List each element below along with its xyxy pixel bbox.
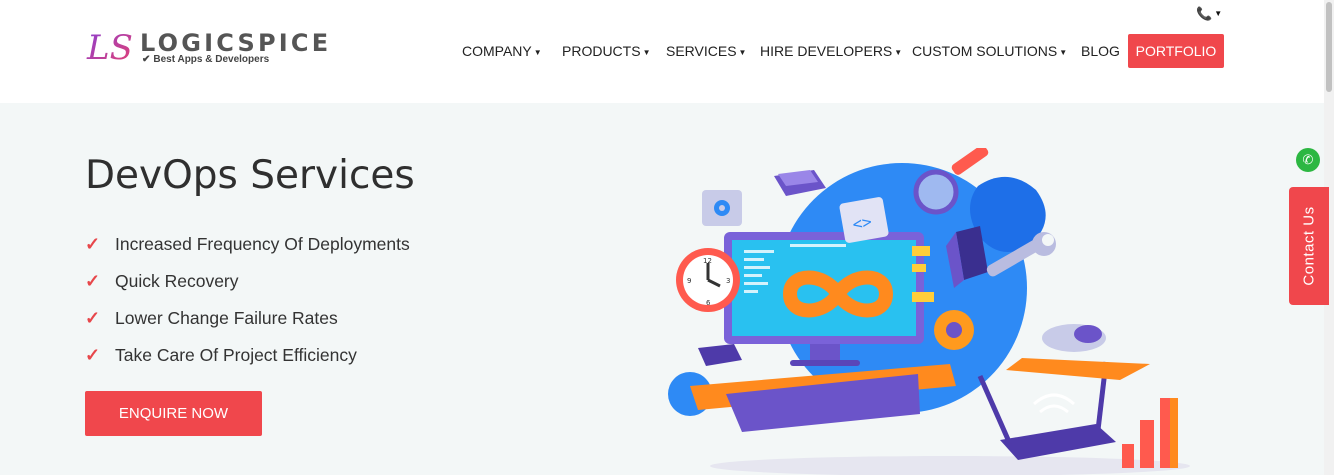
nav-custom-solutions[interactable]: CUSTOM SOLUTIONS ▼	[912, 34, 1067, 68]
scroll-thumb[interactable]	[1326, 2, 1332, 92]
caret-down-icon: ▼	[738, 48, 747, 57]
enquire-now-button[interactable]: ENQUIRE NOW	[85, 391, 262, 436]
nav-products[interactable]: PRODUCTS ▼	[562, 34, 650, 68]
svg-text:6: 6	[706, 299, 711, 307]
whatsapp-icon[interactable]: ✆	[1296, 148, 1320, 172]
monitor-stand	[810, 344, 840, 362]
check-icon: ✓	[85, 345, 101, 365]
benefit-text: Increased Frequency Of Deployments	[115, 234, 410, 254]
page-title: DevOps Services	[85, 153, 415, 198]
caret-down-icon: ▼	[1214, 9, 1223, 18]
caret-down-icon: ▼	[642, 48, 651, 57]
nav-label: PRODUCTS	[562, 43, 641, 59]
list-item: ✓ Increased Frequency Of Deployments	[85, 226, 410, 263]
list-item: ✓ Take Care Of Project Efficiency	[85, 337, 410, 374]
nav-label: COMPANY	[462, 43, 532, 59]
nav-hire-developers[interactable]: HIRE DEVELOPERS ▼	[760, 34, 902, 68]
caret-down-icon: ▼	[533, 48, 542, 57]
svg-text:<>: <>	[851, 212, 873, 234]
check-icon: ✓	[85, 308, 101, 328]
devops-illustration: 12 3 6 9 <>	[668, 148, 1190, 475]
benefit-text: Take Care Of Project Efficiency	[115, 345, 357, 365]
nav-services[interactable]: SERVICES ▼	[666, 34, 746, 68]
benefits-list: ✓ Increased Frequency Of Deployments ✓ Qui…	[85, 226, 410, 374]
list-item: ✓ Lower Change Failure Rates	[85, 300, 410, 337]
magnifier-icon	[913, 169, 959, 215]
nav-label: HIRE DEVELOPERS	[760, 43, 893, 59]
benefit-text: Lower Change Failure Rates	[115, 308, 338, 328]
check-icon: ✓	[85, 234, 101, 254]
floor-shadow	[710, 456, 1190, 475]
contact-us-label: Contact Us	[1300, 206, 1318, 286]
contact-us-tab[interactable]: Contact Us	[1289, 187, 1329, 305]
phone-menu[interactable]: 📞 ▼	[1196, 6, 1222, 22]
phone-icon: 📞	[1196, 6, 1213, 21]
list-item: ✓ Quick Recovery	[85, 263, 410, 300]
nav-label: CUSTOM SOLUTIONS	[912, 43, 1058, 59]
check-icon: ✓	[85, 271, 101, 291]
nav-label: BLOG	[1081, 43, 1120, 59]
svg-text:9: 9	[687, 277, 691, 285]
svg-text:12: 12	[703, 257, 712, 265]
benefit-text: Quick Recovery	[115, 271, 239, 291]
main-nav: COMPANY ▼ PRODUCTS ▼ SERVICES ▼ HIRE DEVELO…	[0, 34, 1334, 68]
nav-blog[interactable]: BLOG	[1081, 34, 1120, 68]
bar-chart-icon	[1122, 444, 1134, 468]
caret-down-icon: ▼	[1059, 48, 1068, 57]
svg-text:3: 3	[726, 277, 730, 285]
portfolio-button[interactable]: PORTFOLIO	[1128, 34, 1224, 68]
nav-label: SERVICES	[666, 43, 737, 59]
site-header: LS LOGICSPICE ✔ Best Apps & Developers 📞 ▼…	[0, 0, 1334, 103]
caret-down-icon: ▼	[894, 48, 903, 57]
nav-company[interactable]: COMPANY ▼	[462, 34, 542, 68]
